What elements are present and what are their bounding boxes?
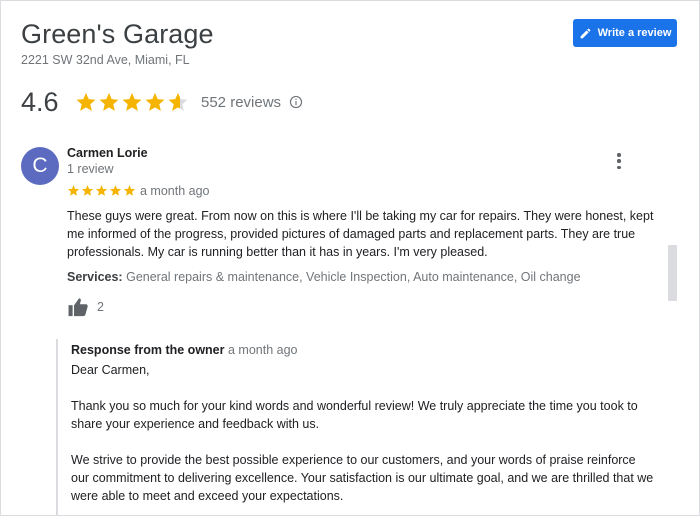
owner-response-greeting: Dear Carmen,: [71, 363, 150, 377]
star-icon: [67, 185, 80, 196]
star-icon: [122, 92, 142, 111]
star-icon: [95, 185, 108, 196]
star-icon: [123, 185, 136, 196]
owner-response-paragraph: Thank you so much for your kind words an…: [71, 399, 638, 431]
services-list: General repairs & maintenance, Vehicle I…: [126, 270, 581, 284]
owner-response-paragraph: We strive to provide the best possible e…: [71, 453, 654, 503]
review-count[interactable]: 552 reviews: [201, 94, 281, 111]
owner-response-title: Response from the owner: [71, 343, 225, 357]
write-review-label: Write a review: [597, 27, 672, 39]
pencil-icon: [580, 28, 590, 38]
reviewer-review-count: 1 review: [67, 162, 114, 176]
services-label: Services:: [67, 270, 123, 284]
info-icon[interactable]: [289, 95, 303, 109]
scrollbar-thumb[interactable]: [668, 245, 677, 301]
owner-response-text: Dear Carmen, Thank you so much for your …: [71, 361, 656, 515]
more-options-icon[interactable]: [613, 151, 625, 171]
review-stars: [67, 184, 136, 197]
like-count: 2: [97, 300, 104, 314]
owner-response: Response from the owner a month ago Dear…: [56, 339, 658, 515]
average-rating: 4.6: [21, 86, 59, 117]
star-icon: [168, 92, 188, 111]
reviews-widget: Green's Garage 2221 SW 32nd Ave, Miami, …: [0, 0, 700, 516]
business-name: Green's Garage: [21, 19, 214, 49]
rating-summary: 4.6 552 reviews: [21, 85, 303, 119]
star-icon: [145, 92, 165, 111]
star-icon: [99, 92, 119, 111]
avatar[interactable]: C: [21, 147, 59, 185]
like-row: 2: [67, 297, 104, 317]
review-text: These guys were great. From now on this …: [67, 209, 654, 259]
owner-response-time: a month ago: [227, 343, 298, 357]
rating-stars: [75, 91, 189, 113]
star-icon: [109, 185, 122, 196]
reviewer-name[interactable]: Carmen Lorie: [67, 146, 148, 160]
star-icon: [81, 185, 94, 196]
owner-response-header: Response from the owner a month ago: [71, 343, 297, 357]
review-services: Services: General repairs & maintenance,…: [67, 270, 655, 284]
star-icon: [76, 92, 96, 111]
thumbs-up-icon[interactable]: [67, 297, 91, 317]
review-time: a month ago: [140, 184, 210, 198]
write-review-button[interactable]: Write a review: [573, 19, 677, 47]
business-address: 2221 SW 32nd Ave, Miami, FL: [21, 53, 190, 67]
